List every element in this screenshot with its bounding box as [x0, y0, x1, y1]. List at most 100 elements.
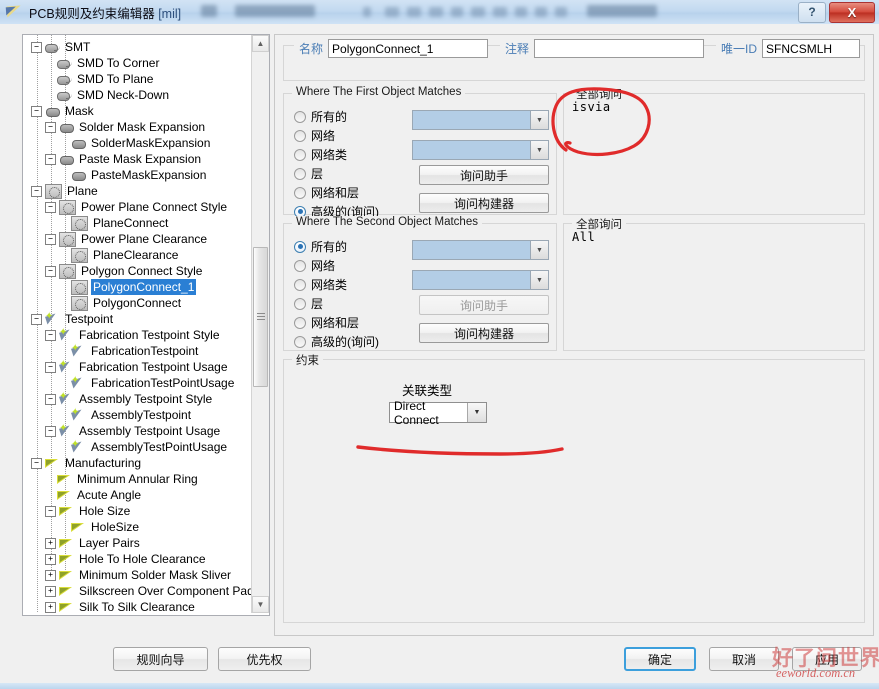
mask-icon: [45, 105, 60, 118]
tree-item[interactable]: − Assembly Testpoint Style: [45, 391, 214, 407]
tree-item[interactable]: HoleSize: [59, 519, 141, 535]
chevron-down-icon[interactable]: ▼: [530, 141, 548, 159]
chevron-down-icon[interactable]: ▼: [530, 241, 548, 259]
rule-name-input[interactable]: [328, 39, 489, 58]
priority-button[interactable]: 优先权: [218, 647, 311, 671]
tree-item[interactable]: PolygonConnect: [59, 295, 183, 311]
expand-icon[interactable]: +: [45, 569, 56, 581]
scroll-up-arrow-icon[interactable]: ▲: [252, 35, 269, 52]
first-radio-layer[interactable]: 层: [294, 165, 323, 182]
expand-icon[interactable]: +: [45, 601, 56, 613]
tree-item[interactable]: PlaneConnect: [59, 215, 170, 231]
first-radio-net[interactable]: 网络: [294, 127, 335, 144]
rule-unique-id-input[interactable]: [762, 39, 861, 58]
tree-item[interactable]: − SMT: [31, 39, 92, 55]
tree-item[interactable]: Acute Angle: [45, 487, 143, 503]
tree-item[interactable]: − Paste Mask Expansion: [45, 151, 203, 167]
tree-item[interactable]: FabricationTestpoint: [59, 343, 200, 359]
second-combo-net-class[interactable]: ▼: [412, 270, 549, 290]
expand-icon[interactable]: +: [45, 585, 56, 597]
plane-icon: [71, 247, 88, 263]
tree-item[interactable]: − Power Plane Clearance: [45, 231, 209, 247]
second-radio-net-class[interactable]: 网络类: [294, 276, 347, 293]
tree-item[interactable]: − Manufacturing: [31, 455, 143, 471]
apply-button[interactable]: 应用: [792, 647, 862, 671]
tree-item[interactable]: + Silkscreen Over Component Pads: [45, 583, 251, 599]
expand-icon[interactable]: +: [45, 537, 56, 549]
collapse-icon[interactable]: −: [45, 361, 56, 373]
collapse-icon[interactable]: −: [45, 121, 56, 133]
tree-item[interactable]: PasteMaskExpansion: [59, 167, 208, 183]
tree-item[interactable]: + Hole To Hole Clearance: [45, 551, 208, 567]
collapse-icon[interactable]: −: [45, 201, 56, 213]
collapse-icon[interactable]: −: [45, 329, 56, 341]
second-combo-net[interactable]: ▼: [412, 240, 549, 260]
second-radio-advanced[interactable]: 高级的(询问): [294, 333, 379, 350]
tree-item[interactable]: − Solder Mask Expansion: [45, 119, 207, 135]
first-query-builder-button[interactable]: 询问构建器: [419, 193, 549, 213]
tree-item[interactable]: SolderMaskExpansion: [59, 135, 212, 151]
second-query-builder-button[interactable]: 询问构建器: [419, 323, 549, 343]
collapse-icon[interactable]: −: [45, 505, 56, 517]
tree-item[interactable]: − Power Plane Connect Style: [45, 199, 229, 215]
scroll-down-arrow-icon[interactable]: ▼: [252, 596, 269, 613]
tree-item[interactable]: FabricationTestPointUsage: [59, 375, 236, 391]
tree-item[interactable]: + Layer Pairs: [45, 535, 142, 551]
collapse-icon[interactable]: −: [31, 41, 42, 53]
tree-item[interactable]: PlaneClearance: [59, 247, 180, 263]
tree-item[interactable]: Minimum Annular Ring: [45, 471, 200, 487]
tree-item-label: Manufacturing: [65, 456, 142, 470]
first-radio-net-layer[interactable]: 网络和层: [294, 184, 359, 201]
second-radio-layer[interactable]: 层: [294, 295, 323, 312]
first-radio-net-class[interactable]: 网络类: [294, 146, 347, 163]
tree-item[interactable]: + Silk To Silk Clearance: [45, 599, 197, 615]
second-radio-net[interactable]: 网络: [294, 257, 335, 274]
tree-item[interactable]: SMD To Corner: [45, 55, 161, 71]
second-radio-net-layer[interactable]: 网络和层: [294, 314, 359, 331]
first-combo-net-class[interactable]: ▼: [412, 140, 549, 160]
collapse-icon[interactable]: −: [45, 393, 56, 405]
radio-dot-icon: [294, 186, 306, 199]
help-button[interactable]: ?: [798, 1, 826, 23]
rule-wizard-button[interactable]: 规则向导: [113, 647, 208, 671]
expand-icon[interactable]: +: [45, 553, 56, 565]
tree-item[interactable]: − Testpoint: [31, 311, 115, 327]
tree-item[interactable]: + Minimum Solder Mask Sliver: [45, 567, 233, 583]
ok-button[interactable]: 确定: [624, 647, 696, 671]
rule-comment-input[interactable]: [534, 39, 705, 58]
chevron-down-icon[interactable]: ▼: [467, 403, 486, 422]
collapse-icon[interactable]: −: [45, 233, 56, 245]
scrollbar-thumb[interactable]: [253, 247, 268, 387]
tree-item[interactable]: − Plane: [31, 183, 100, 199]
tree-item[interactable]: − Polygon Connect Style: [45, 263, 204, 279]
collapse-icon[interactable]: −: [31, 185, 42, 197]
cancel-button[interactable]: 取消: [709, 647, 779, 671]
close-button[interactable]: X: [829, 1, 875, 23]
chevron-down-icon[interactable]: ▼: [530, 111, 548, 129]
tree-item[interactable]: − Fabrication Testpoint Style: [45, 327, 222, 343]
rules-tree[interactable]: − SMT SMD To Corner SMD To Plane SMD Neck-Do…: [23, 35, 251, 615]
collapse-icon[interactable]: −: [45, 425, 56, 437]
tree-item[interactable]: − Mask: [31, 103, 96, 119]
tree-item[interactable]: − Assembly Testpoint Usage: [45, 423, 222, 439]
first-query-helper-button[interactable]: 询问助手: [419, 165, 549, 185]
chevron-down-icon[interactable]: ▼: [530, 271, 548, 289]
connect-type-dropdown[interactable]: Direct Connect ▼: [389, 399, 487, 427]
tree-item-selected[interactable]: PolygonConnect_1: [59, 279, 197, 295]
collapse-icon[interactable]: −: [31, 313, 42, 325]
first-combo-net[interactable]: ▼: [412, 110, 549, 130]
first-radio-all[interactable]: 所有的: [294, 108, 347, 125]
second-radio-all[interactable]: 所有的: [294, 238, 347, 255]
collapse-icon[interactable]: −: [45, 265, 56, 277]
plane-icon: [59, 231, 76, 247]
collapse-icon[interactable]: −: [31, 457, 42, 469]
tree-item[interactable]: − Fabrication Testpoint Usage: [45, 359, 230, 375]
collapse-icon[interactable]: −: [45, 153, 56, 165]
tree-item[interactable]: SMD To Plane: [45, 71, 155, 87]
tree-scrollbar[interactable]: ▲ ▼: [251, 35, 269, 613]
collapse-icon[interactable]: −: [31, 105, 42, 117]
tree-item[interactable]: AssemblyTestPointUsage: [59, 439, 229, 455]
tree-item[interactable]: AssemblyTestpoint: [59, 407, 193, 423]
tree-item[interactable]: − Hole Size: [45, 503, 132, 519]
tree-item[interactable]: SMD Neck-Down: [45, 87, 171, 103]
